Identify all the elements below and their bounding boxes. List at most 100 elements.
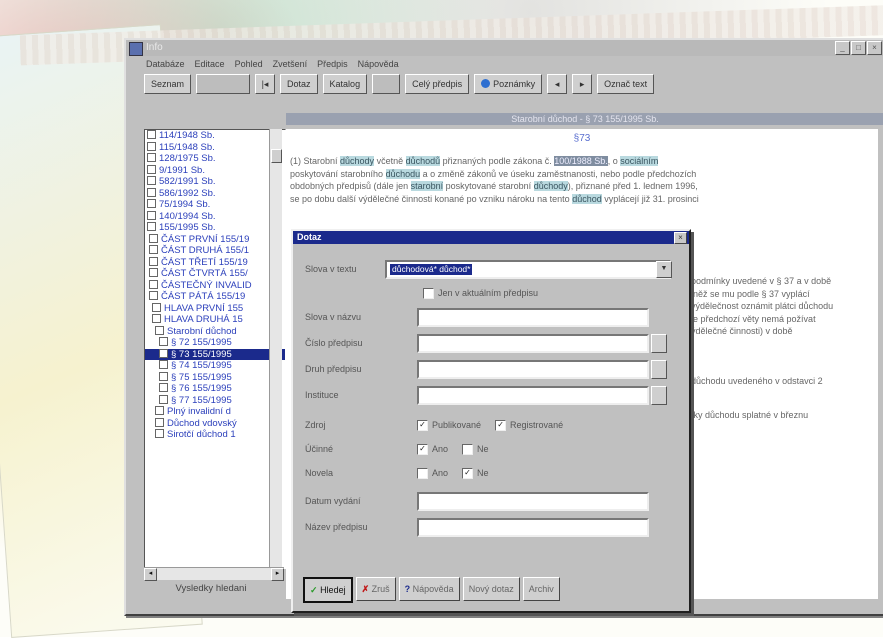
tree-item[interactable]: ČÁST DRUHÁ 155/1 — [145, 245, 285, 257]
katalog-button[interactable]: Katalog — [322, 74, 368, 94]
slova-nazev-input[interactable] — [417, 307, 649, 327]
publikovane-checkbox[interactable]: ✓ Publikované — [417, 419, 481, 431]
tree-node-icon[interactable] — [159, 348, 168, 358]
tree-node-icon[interactable] — [155, 417, 164, 427]
slova-input[interactable]: důchodová* důchod* — [385, 259, 671, 279]
druh-browse-button[interactable] — [651, 359, 667, 379]
cislo-input[interactable] — [417, 333, 649, 353]
tree-item[interactable]: 114/1948 Sb. — [145, 130, 285, 142]
seznam-button[interactable]: Seznam — [144, 74, 192, 94]
tree-vertical-scrollbar[interactable] — [269, 129, 282, 567]
menu-databaze[interactable]: Databáze — [146, 57, 185, 71]
tree-node-icon[interactable] — [147, 199, 156, 208]
tree-item[interactable]: ČÁST TŘETÍ 155/19 — [145, 256, 285, 269]
oznacit-button[interactable]: Označ text — [597, 74, 655, 94]
tree-node-icon[interactable] — [155, 406, 164, 415]
search-results-button[interactable]: Vysledky hledani — [151, 580, 271, 598]
chevron-down-icon[interactable]: ▼ — [656, 260, 672, 278]
back-button[interactable]: |◂ — [255, 74, 276, 94]
napoveda-button[interactable]: ? Nápověda — [398, 577, 460, 601]
cely-predpis-button[interactable]: Celý předpis — [405, 74, 470, 94]
tree-node-icon[interactable] — [147, 210, 156, 220]
tree-item[interactable]: § 77 155/1995 — [145, 394, 285, 407]
tree-item[interactable]: ČÁST ČTVRTÁ 155/ — [145, 268, 285, 280]
archiv-button[interactable]: Archiv — [522, 577, 560, 601]
tree-node-icon[interactable] — [147, 187, 156, 197]
menu-predpis[interactable]: Předpis — [317, 57, 348, 71]
poznamky-button[interactable]: Poznámky — [474, 74, 543, 94]
tree-item[interactable]: 75/1994 Sb. — [145, 199, 285, 211]
tree-node-icon[interactable] — [159, 371, 168, 381]
tree-item[interactable]: HLAVA DRUHÁ 15 — [145, 314, 285, 326]
novela-ano-checkbox[interactable]: Ano — [417, 467, 448, 479]
tree-item[interactable]: Sirotčí důchod 1 — [145, 429, 285, 441]
druh-input[interactable] — [417, 359, 649, 379]
document-tree[interactable]: 114/1948 Sb. 115/1948 Sb. 128/1975 Sb. 9/19… — [144, 129, 286, 569]
tree-item[interactable]: 128/1975 Sb. — [145, 153, 285, 165]
minimize-button[interactable]: _ — [835, 41, 850, 55]
ucinne-ano-checkbox[interactable]: ✓ Ano — [417, 443, 448, 455]
tree-item[interactable]: § 75 155/1995 — [145, 371, 285, 384]
scroll-thumb[interactable] — [271, 149, 282, 163]
tree-node-icon[interactable] — [149, 268, 158, 277]
nazev-input[interactable] — [417, 517, 649, 537]
tree-node-icon[interactable] — [147, 222, 156, 231]
tree-item[interactable]: Starobní důchod — [145, 325, 285, 338]
tree-horizontal-scrollbar[interactable]: ◂ ▸ — [144, 567, 284, 581]
tree-item[interactable]: § 73 155/1995 — [145, 348, 285, 360]
tree-item[interactable]: 586/1992 Sb. — [145, 187, 285, 200]
instituce-browse-button[interactable] — [651, 385, 667, 405]
tree-item[interactable]: 9/1991 Sb. — [145, 164, 285, 177]
menu-editace[interactable]: Editace — [195, 57, 225, 71]
tree-node-icon[interactable] — [147, 153, 156, 162]
app-icon[interactable] — [129, 42, 143, 56]
tree-item[interactable]: ČÁST PRVNÍ 155/19 — [145, 233, 285, 246]
tree-item[interactable]: HLAVA PRVNÍ 155 — [145, 302, 285, 315]
menu-zvetseni[interactable]: Zvetšení — [273, 57, 308, 71]
next-button[interactable]: ▸ — [572, 74, 593, 94]
tree-node-icon[interactable] — [147, 176, 156, 185]
tree-node-icon[interactable] — [149, 291, 158, 300]
registrovane-checkbox[interactable]: ✓ Registrované — [495, 419, 563, 431]
ucinne-ne-checkbox[interactable]: Ne — [462, 443, 489, 455]
instituce-input[interactable] — [417, 385, 649, 405]
tree-node-icon[interactable] — [147, 141, 156, 151]
tree-item[interactable]: § 76 155/1995 — [145, 383, 285, 395]
maximize-button[interactable]: □ — [851, 41, 866, 55]
tree-node-icon[interactable] — [149, 256, 158, 266]
jen-checkbox[interactable]: Jen v aktuálním předpisu — [423, 287, 538, 299]
menu-pohled[interactable]: Pohled — [235, 57, 263, 71]
tree-item[interactable]: 140/1994 Sb. — [145, 210, 285, 223]
tree-item[interactable]: 115/1948 Sb. — [145, 141, 285, 154]
tree-node-icon[interactable] — [149, 233, 158, 243]
dotaz-button[interactable]: Dotaz — [280, 74, 318, 94]
tree-node-icon[interactable] — [159, 383, 168, 392]
dialog-close-icon[interactable]: × — [674, 232, 687, 244]
tree-node-icon[interactable] — [159, 360, 168, 369]
tree-item[interactable]: Plný invalidní d — [145, 406, 285, 418]
tree-node-icon[interactable] — [147, 130, 156, 139]
tree-item[interactable]: Důchod vdovský — [145, 417, 285, 430]
tree-node-icon[interactable] — [159, 394, 168, 404]
tree-item[interactable]: ČÁST PÁTÁ 155/19 — [145, 291, 285, 303]
hledej-button[interactable]: ✓ Hledej — [303, 577, 353, 603]
novy-dotaz-button[interactable]: Nový dotaz — [462, 577, 520, 601]
cislo-browse-button[interactable] — [651, 333, 667, 353]
tree-node-icon[interactable] — [147, 164, 156, 174]
scroll-right-icon[interactable]: ▸ — [271, 568, 284, 581]
tree-item[interactable]: § 72 155/1995 — [145, 337, 285, 349]
zrus-button[interactable]: ✗ Zruš — [355, 577, 396, 601]
tree-item[interactable]: § 74 155/1995 — [145, 360, 285, 372]
tree-item[interactable]: 155/1995 Sb. — [145, 222, 285, 234]
tree-node-icon[interactable] — [155, 429, 164, 438]
novela-ne-checkbox[interactable]: ✓ Ne — [462, 467, 489, 479]
tree-item[interactable]: ČÁSTEČNÝ INVALID — [145, 279, 285, 292]
tree-node-icon[interactable] — [149, 279, 158, 289]
datum-input[interactable] — [417, 491, 649, 511]
tree-node-icon[interactable] — [159, 337, 168, 346]
tree-node-icon[interactable] — [155, 325, 164, 335]
prev-button[interactable]: ◂ — [547, 74, 568, 94]
tree-node-icon[interactable] — [149, 245, 158, 254]
close-button[interactable]: × — [867, 41, 882, 55]
tree-node-icon[interactable] — [152, 302, 161, 312]
